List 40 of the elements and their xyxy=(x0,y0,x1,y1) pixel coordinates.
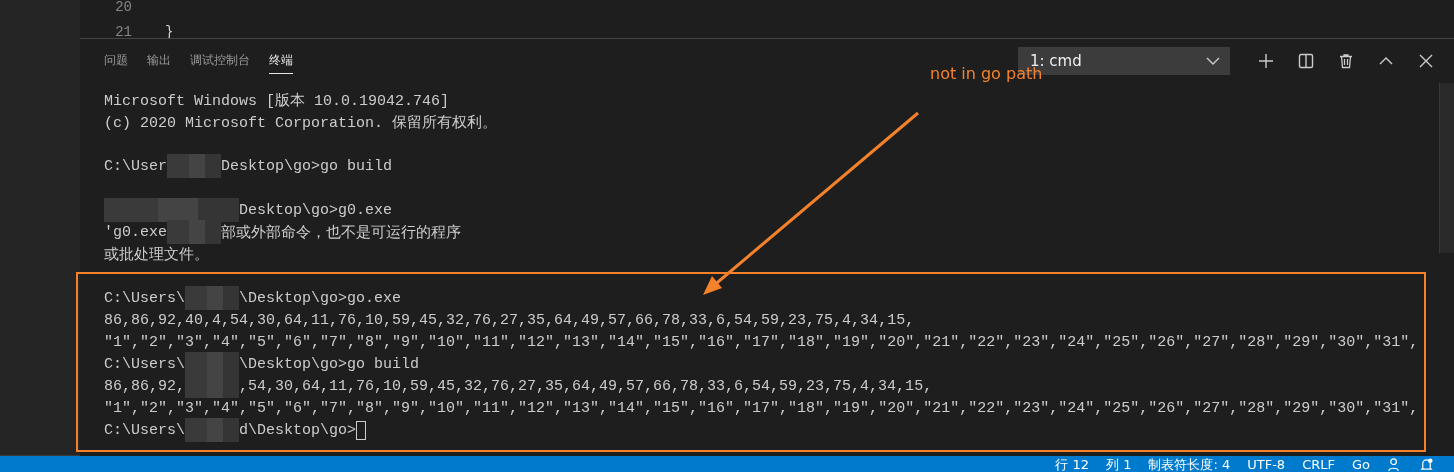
terminal-text: C:\Users\ xyxy=(104,355,185,373)
panel-tab[interactable]: 终端 xyxy=(269,48,293,74)
terminal-text: 'g0.exe xyxy=(104,223,167,241)
panel-tab[interactable]: 输出 xyxy=(147,48,171,74)
status-item[interactable]: 行 12 xyxy=(1055,457,1089,472)
terminal-text: 86,86,92,40,4,54,30,64,11,76,10,59,45,32,76,27,35,64,49,57,66,78,33,6,54,59,23,75,4,34,15, xyxy=(104,311,915,329)
terminal-text: C:\Users\ xyxy=(104,421,185,439)
code-text: } xyxy=(165,23,174,38)
terminal-text: \Desktop\go>go.exe xyxy=(239,289,402,307)
terminal-text: \Desktop\go>go build xyxy=(239,355,420,373)
terminal-text: Microsoft Windows [版本 10.0.19042.746] xyxy=(104,91,450,110)
terminal-text: d\Desktop\go> xyxy=(239,421,357,439)
terminal-text: (c) 2020 Microsoft Corporation. 保留所有权利。 xyxy=(104,113,498,132)
status-item[interactable]: UTF-8 xyxy=(1247,457,1286,472)
terminal-text: Desktop\go>g0.exe xyxy=(239,201,393,219)
terminal-text: ,54,30,64,11,76,10,59,45,32,76,27,35,64,49,57,66,78,33,6,54,59,23,75,4,34,15, xyxy=(239,377,933,395)
panel-tab[interactable]: 问题 xyxy=(104,48,128,74)
scrollbar[interactable] xyxy=(1439,83,1454,253)
terminal-text: 86,86,92, xyxy=(104,377,185,395)
terminal-text: Desktop\go>go build xyxy=(221,157,393,175)
terminal-text: 或批处理文件。 xyxy=(104,245,209,264)
status-item[interactable]: CRLF xyxy=(1302,457,1335,472)
terminal-text: "1","2","3","4","5","6","7","8","9","10","11","12","13","14","15","16","17","18","19","20","21","22","23","24","25","26","27","28","29","30","31", xyxy=(104,399,1419,417)
status-item[interactable]: 制表符长度: 4 xyxy=(1148,457,1231,472)
line-number: 21 xyxy=(114,23,132,38)
split-icon[interactable] xyxy=(1298,53,1314,69)
chevron-down-icon xyxy=(1206,57,1220,65)
terminal-text: 部或外部命令，也不是可运行的程序 xyxy=(221,223,461,242)
status-item[interactable]: Go xyxy=(1351,457,1370,472)
panel-tab[interactable]: 调试控制台 xyxy=(190,48,250,74)
close-icon[interactable] xyxy=(1418,53,1434,69)
terminal-text: C:\User xyxy=(104,157,167,175)
status-item[interactable]: 列 1 xyxy=(1106,457,1132,472)
trash-icon[interactable] xyxy=(1338,53,1354,69)
terminal-text: "1","2","3","4","5","6","7","8","9","10","11","12","13","14","15","16","17","18","19","20","21","22","23","24","25","26","27","28","29","30","31", xyxy=(104,333,1419,351)
terminal-text: C:\Users\ xyxy=(104,289,185,307)
bell-icon[interactable] xyxy=(1419,457,1434,472)
line-number: 20 xyxy=(114,0,132,15)
person-icon[interactable] xyxy=(1387,457,1402,472)
plus-icon[interactable] xyxy=(1258,53,1274,69)
